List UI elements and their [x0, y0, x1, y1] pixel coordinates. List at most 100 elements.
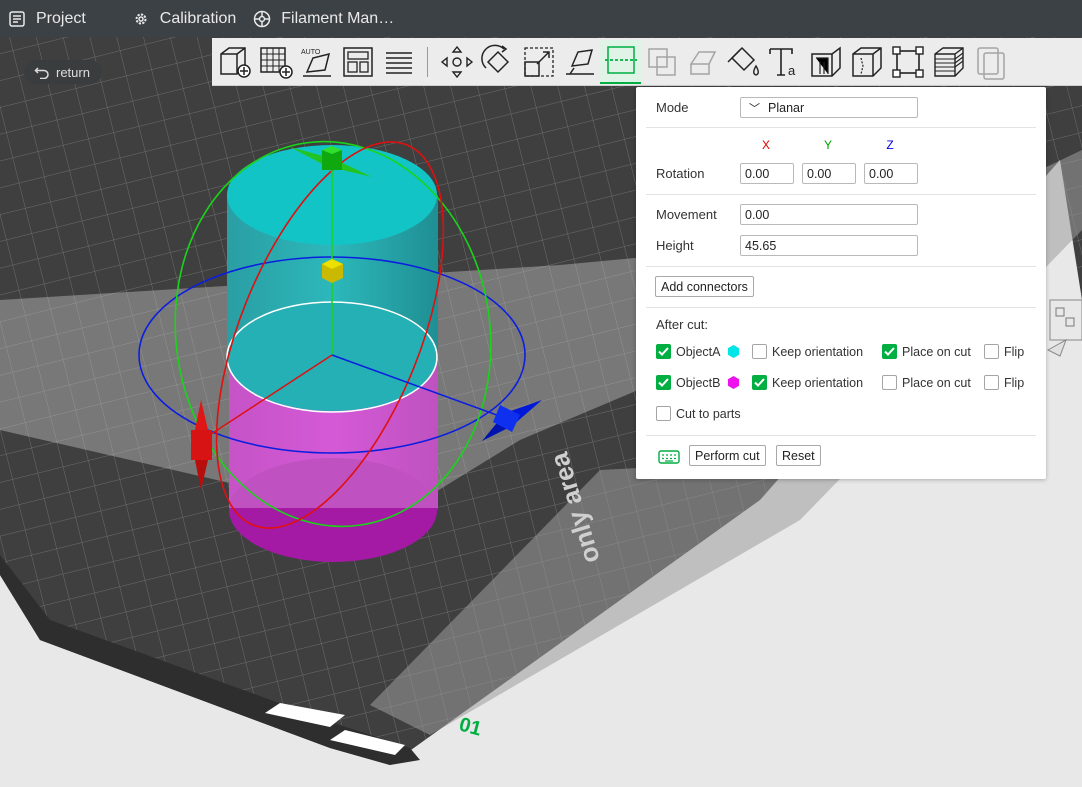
svg-text:AUTO: AUTO — [301, 49, 321, 56]
object-b-flip-checkbox[interactable] — [984, 375, 999, 390]
tab-calibration-label: Calibration — [159, 9, 237, 27]
object-a-option[interactable]: ObjectA — [656, 344, 740, 359]
object-b-place-on-cut[interactable]: Place on cut — [882, 375, 971, 390]
reset-button[interactable]: Reset — [776, 445, 821, 466]
object-b-label: ObjectB — [676, 375, 721, 390]
svg-text:a: a — [788, 63, 796, 78]
object-b-option[interactable]: ObjectB — [656, 375, 740, 390]
gear-icon — [132, 10, 150, 28]
seam-paint-button[interactable] — [846, 40, 887, 84]
divider — [646, 435, 1036, 436]
object-a-keep-orientation[interactable]: Keep orientation — [752, 344, 863, 359]
return-button[interactable]: return — [24, 60, 102, 84]
variable-layer-icon — [933, 46, 964, 77]
cut-to-parts-checkbox[interactable] — [656, 406, 671, 421]
object-b-color-hexagon-icon — [728, 376, 740, 389]
divider — [646, 194, 1036, 195]
tab-calibration[interactable]: Calibration — [132, 0, 236, 37]
rotate-icon — [480, 44, 509, 73]
object-a-checkbox[interactable] — [656, 344, 671, 359]
tab-filament-label: Filament Man… — [281, 9, 395, 27]
keep-orientation-label: Keep orientation — [772, 344, 864, 359]
rotation-x-input[interactable]: 0.00 — [740, 163, 794, 184]
object-b-checkbox[interactable] — [656, 375, 671, 390]
add-plate-button[interactable] — [255, 40, 296, 84]
cut-settings-panel: Mode ﹀ Planar X Y Z Rotation 0.00 0.00 0… — [636, 87, 1046, 479]
scale-icon — [523, 46, 554, 77]
auto-orient-button[interactable]: AUTO — [296, 40, 337, 84]
checkmark-icon — [754, 378, 765, 387]
checkmark-icon — [884, 347, 895, 356]
rotation-z-input[interactable]: 0.00 — [864, 163, 918, 184]
cut-icon — [604, 45, 637, 74]
object-a-place-on-cut-checkbox[interactable] — [882, 344, 897, 359]
rotation-y-input[interactable]: 0.00 — [802, 163, 856, 184]
split-button[interactable] — [378, 40, 419, 84]
variable-layer-height-button[interactable] — [928, 40, 969, 84]
top-bar: Project Calibration Filament Man… — [0, 0, 1082, 37]
object-a-flip[interactable]: Flip — [984, 344, 1024, 359]
main-toolbar: AUTO a — [212, 38, 1082, 86]
add-connectors-button[interactable]: Add connectors — [655, 276, 754, 297]
undo-arrow-icon — [34, 67, 49, 79]
object-a-flip-checkbox[interactable] — [984, 344, 999, 359]
object-a-place-on-cut[interactable]: Place on cut — [882, 344, 971, 359]
add-plate-grid-icon — [259, 46, 293, 79]
add-cube-icon — [219, 46, 251, 78]
text-tool-button[interactable]: a — [764, 40, 805, 84]
object-a-label: ObjectA — [676, 344, 721, 359]
tab-project-label: Project — [36, 9, 86, 27]
toolbar-separator — [427, 46, 428, 77]
object-a-keep-orientation-checkbox[interactable] — [752, 344, 767, 359]
add-object-button[interactable] — [214, 40, 255, 84]
height-input[interactable]: 45.65 — [740, 235, 918, 256]
support-paint-icon — [689, 50, 716, 75]
boolean-icon — [647, 47, 676, 76]
support-paint-button[interactable] — [682, 40, 723, 84]
move-handle[interactable] — [322, 259, 343, 283]
object-b-keep-orientation-checkbox[interactable] — [752, 375, 767, 390]
keep-orientation-label: Keep orientation — [772, 375, 864, 390]
object-b-place-on-cut-checkbox[interactable] — [882, 375, 897, 390]
scale-tool-button[interactable] — [518, 40, 559, 84]
color-paint-button[interactable] — [723, 40, 764, 84]
cut-tool-button[interactable] — [600, 39, 641, 84]
move-tool-button[interactable] — [436, 40, 477, 84]
divider — [646, 127, 1036, 128]
movement-input[interactable]: 0.00 — [740, 204, 918, 225]
flip-label: Flip — [1004, 344, 1025, 359]
emboss-button[interactable] — [805, 40, 846, 84]
keyboard-icon[interactable] — [658, 450, 680, 467]
object-b-flip[interactable]: Flip — [984, 375, 1024, 390]
mode-select-value: Planar — [768, 100, 805, 115]
emboss-icon — [810, 46, 841, 77]
after-cut-label: After cut: — [656, 317, 709, 332]
checkmark-icon — [658, 378, 669, 387]
rotate-tool-button[interactable] — [477, 40, 518, 84]
axis-x-label: X — [761, 138, 770, 152]
rotation-label: Rotation — [656, 166, 705, 181]
layers-icon — [385, 51, 412, 74]
seam-cube-icon — [851, 46, 882, 77]
tab-project[interactable]: Project — [8, 0, 86, 37]
mode-select[interactable]: ﹀ Planar — [740, 97, 918, 118]
brim-ears-button[interactable] — [969, 40, 1010, 84]
arrange-button[interactable] — [337, 40, 378, 84]
mesh-boolean-button[interactable] — [641, 40, 682, 84]
lay-on-face-button[interactable] — [559, 40, 600, 84]
divider — [646, 307, 1036, 308]
return-label: return — [56, 64, 90, 80]
copy-icon — [976, 46, 1005, 80]
flip-label: Flip — [1004, 375, 1025, 390]
mode-label: Mode — [656, 100, 689, 115]
move-arrows-icon — [440, 45, 473, 78]
tab-filament-manager[interactable]: Filament Man… — [253, 0, 394, 37]
axis-y-label: Y — [823, 138, 832, 152]
perform-cut-button[interactable]: Perform cut — [689, 445, 766, 466]
checkmark-icon — [658, 347, 669, 356]
cut-to-parts-option[interactable]: Cut to parts — [656, 406, 741, 421]
auto-orient-icon: AUTO — [301, 49, 331, 77]
chevron-down-icon: ﹀ — [749, 102, 760, 115]
assembly-button[interactable] — [887, 40, 928, 84]
object-b-keep-orientation[interactable]: Keep orientation — [752, 375, 863, 390]
